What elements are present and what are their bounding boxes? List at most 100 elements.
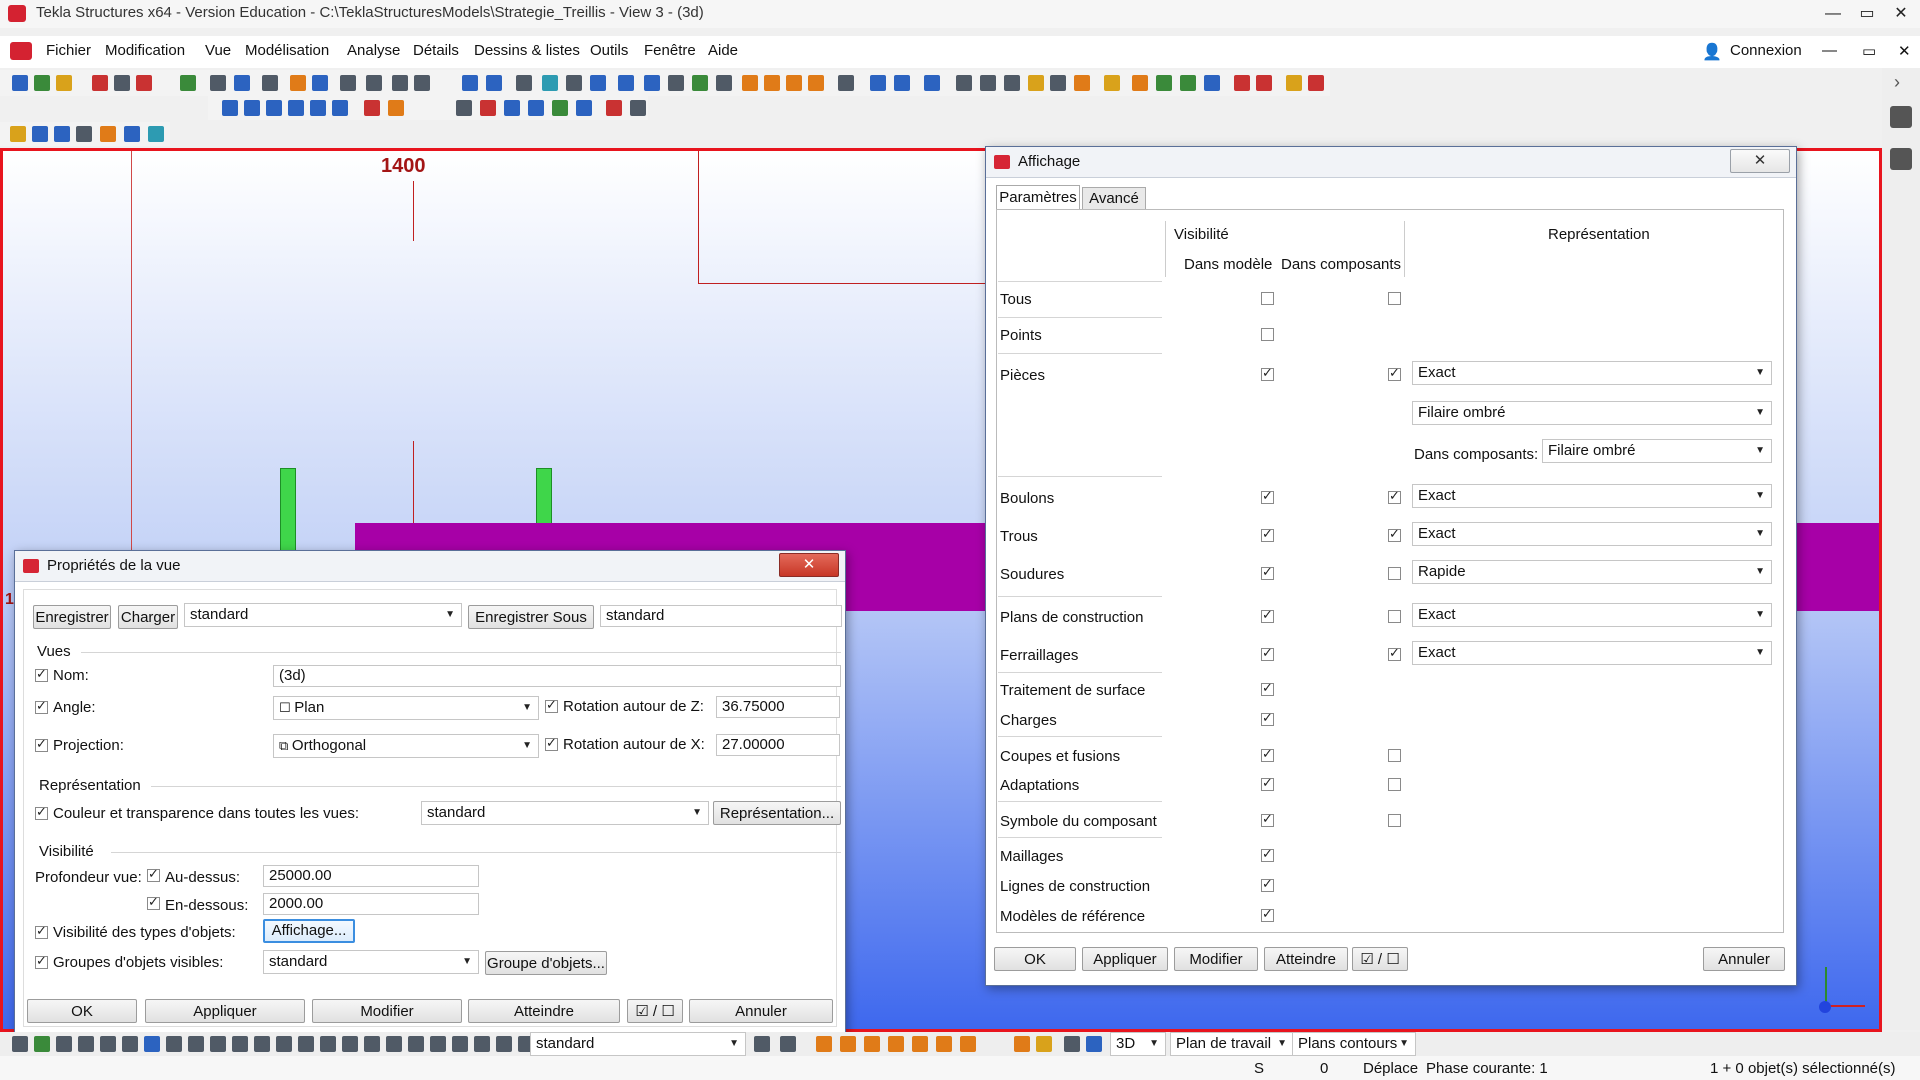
menu-fenetre[interactable]: Fenêtre <box>644 42 696 59</box>
select-filter-icon[interactable] <box>364 1036 380 1052</box>
row-model-checkbox[interactable] <box>1261 292 1274 305</box>
display-button[interactable]: Affichage... <box>263 919 355 943</box>
tool-icon[interactable] <box>1132 75 1148 91</box>
tool-icon[interactable] <box>980 75 996 91</box>
tool-icon[interactable] <box>606 100 622 116</box>
pointer-icon[interactable] <box>780 1036 796 1052</box>
types-checkbox[interactable] <box>35 923 48 939</box>
row-model-checkbox[interactable] <box>1261 328 1274 341</box>
tool-icon[interactable] <box>576 100 592 116</box>
select-filter-icon[interactable] <box>496 1036 512 1052</box>
menu-outils[interactable]: Outils <box>590 42 628 59</box>
select-filter-icon[interactable] <box>122 1036 138 1052</box>
tool-icon[interactable] <box>516 75 532 91</box>
tool-icon[interactable] <box>894 75 910 91</box>
select-filter-icon[interactable] <box>254 1036 270 1052</box>
preset-select[interactable]: standard ▼ <box>184 603 462 627</box>
select-filter-icon[interactable] <box>210 1036 226 1052</box>
tool-icon[interactable] <box>528 100 544 116</box>
snap-icon[interactable] <box>960 1036 976 1052</box>
tool-icon[interactable] <box>1028 75 1044 91</box>
contours-select[interactable]: Plans contours ▼ <box>1292 1032 1416 1056</box>
workplane-select[interactable]: Plan de travail ▼ <box>1170 1032 1294 1056</box>
tool-icon[interactable] <box>310 100 326 116</box>
name-field[interactable]: (3d) <box>273 665 841 687</box>
tool-icon[interactable] <box>312 75 328 91</box>
selection-filter-select[interactable]: standard ▼ <box>530 1032 746 1056</box>
save-icon[interactable] <box>56 75 72 91</box>
row-comp-checkbox[interactable] <box>1388 567 1401 580</box>
tool-icon[interactable] <box>1308 75 1324 91</box>
tool-icon[interactable] <box>742 75 758 91</box>
projection-select[interactable]: ⧉ Orthogonal ▼ <box>273 734 539 758</box>
tool-icon[interactable] <box>1234 75 1250 91</box>
tool-icon[interactable] <box>332 100 348 116</box>
tool-icon[interactable] <box>1104 75 1120 91</box>
tool-icon[interactable] <box>234 75 250 91</box>
angle-checkbox[interactable] <box>35 698 48 714</box>
row-comp-checkbox[interactable] <box>1388 610 1401 623</box>
select-filter-icon[interactable] <box>100 1036 116 1052</box>
snap-icon[interactable] <box>1036 1036 1052 1052</box>
tool-icon[interactable] <box>210 75 226 91</box>
row-model-checkbox[interactable] <box>1261 607 1274 623</box>
tab-parametres[interactable]: Paramètres <box>996 185 1080 210</box>
tool-icon[interactable] <box>668 75 684 91</box>
view-ok-button[interactable]: OK <box>27 999 137 1023</box>
snap-icon[interactable] <box>840 1036 856 1052</box>
tool-icon[interactable] <box>1256 75 1272 91</box>
name-checkbox[interactable] <box>35 666 48 682</box>
tool-icon[interactable] <box>590 75 606 91</box>
menu-modelisation[interactable]: Modélisation <box>245 42 329 59</box>
new-icon[interactable] <box>12 75 28 91</box>
tool-icon[interactable] <box>364 100 380 116</box>
row-model-checkbox[interactable] <box>1261 564 1274 580</box>
select-filter-icon[interactable] <box>188 1036 204 1052</box>
repr-select-pieces-shaded[interactable]: Filaire ombré ▼ <box>1412 401 1772 425</box>
row-comp-checkbox[interactable] <box>1388 365 1401 381</box>
repr-select-soudures[interactable]: Rapide ▼ <box>1412 560 1772 584</box>
view-props-close-button[interactable]: ✕ <box>779 553 839 577</box>
repr-select-ferraillages[interactable]: Exact ▼ <box>1412 641 1772 665</box>
tool-icon[interactable] <box>392 75 408 91</box>
tool-icon[interactable] <box>32 126 48 142</box>
tool-icon[interactable] <box>644 75 660 91</box>
tool-icon[interactable] <box>786 75 802 91</box>
tool-icon[interactable] <box>1004 75 1020 91</box>
tab-avance[interactable]: Avancé <box>1082 187 1146 210</box>
color-checkbox[interactable] <box>35 804 48 820</box>
grid-icon[interactable] <box>1890 148 1912 170</box>
row-model-checkbox[interactable] <box>1261 488 1274 504</box>
menu-vue[interactable]: Vue <box>205 42 231 59</box>
select-filter-icon[interactable] <box>34 1036 50 1052</box>
view-toggle-all-button[interactable]: ☑ / ☐ <box>627 999 683 1023</box>
row-model-checkbox[interactable] <box>1261 775 1274 791</box>
tool-icon[interactable] <box>870 75 886 91</box>
select-filter-icon[interactable] <box>166 1036 182 1052</box>
tool-icon[interactable] <box>1204 75 1220 91</box>
row-model-checkbox[interactable] <box>1261 811 1274 827</box>
tool-icon[interactable] <box>956 75 972 91</box>
undo-icon[interactable] <box>462 75 478 91</box>
tool-icon[interactable] <box>288 100 304 116</box>
open-icon[interactable] <box>34 75 50 91</box>
groups-select[interactable]: standard ▼ <box>263 950 479 974</box>
tool-icon[interactable] <box>124 126 140 142</box>
projection-checkbox[interactable] <box>35 736 48 752</box>
select-filter-icon[interactable] <box>298 1036 314 1052</box>
tool-icon[interactable] <box>180 75 196 91</box>
display-apply-button[interactable]: Appliquer <box>1082 947 1168 971</box>
select-filter-icon[interactable] <box>56 1036 72 1052</box>
tool-icon[interactable] <box>340 75 356 91</box>
display-close-button[interactable]: ✕ <box>1730 149 1790 173</box>
save-button[interactable]: Enregistrer <box>33 605 111 629</box>
doc-minimize-button[interactable]: — <box>1822 42 1837 59</box>
tool-icon[interactable] <box>552 100 568 116</box>
menu-details[interactable]: Détails <box>413 42 459 59</box>
display-cancel-button[interactable]: Annuler <box>1703 947 1785 971</box>
row-model-checkbox[interactable] <box>1261 526 1274 542</box>
row-model-checkbox[interactable] <box>1261 645 1274 661</box>
snap-icon[interactable] <box>1086 1036 1102 1052</box>
tool-icon[interactable] <box>290 75 306 91</box>
row-model-checkbox[interactable] <box>1261 906 1274 922</box>
